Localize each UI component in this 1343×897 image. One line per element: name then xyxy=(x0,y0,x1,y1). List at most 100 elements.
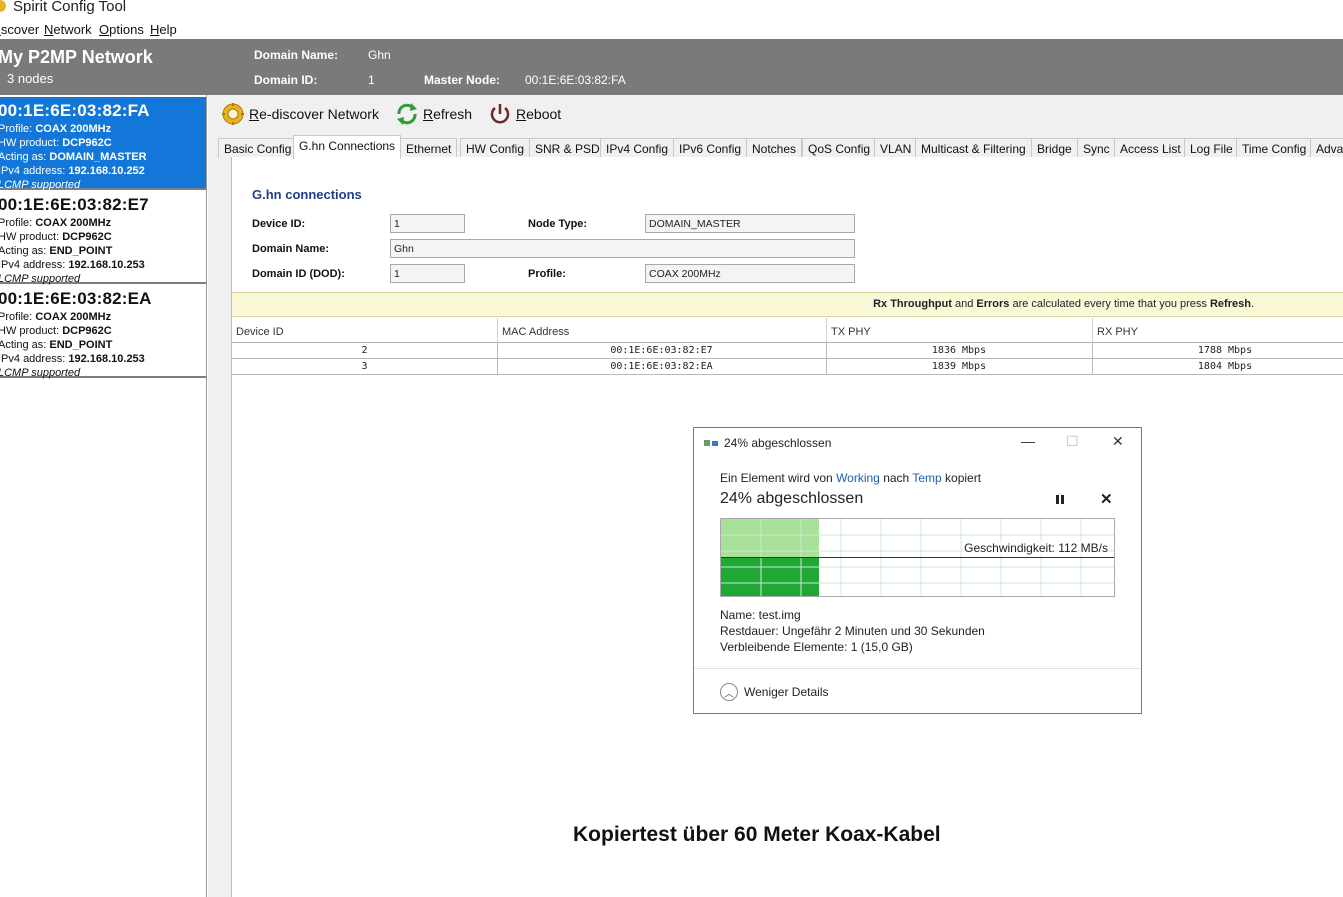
node-mac: 00:1E:6E:03:82:E7 xyxy=(0,195,149,214)
caption: Kopiertest über 60 Meter Koax-Kabel xyxy=(573,823,941,846)
items-remaining: Verbleibende Elemente: 1 (15,0 GB) xyxy=(720,640,913,654)
node-profile: Profile: COAX 200MHz xyxy=(0,311,112,323)
info-bar: Rx Throughput and Errors are calculated … xyxy=(232,292,1343,317)
reboot-button[interactable]: Reboot xyxy=(488,101,561,127)
section-title: G.hn connections xyxy=(252,187,362,202)
node-role: Acting as: DOMAIN_MASTER xyxy=(0,151,147,163)
profile-field[interactable]: COAX 200MHz xyxy=(645,264,855,283)
col-rx-phy[interactable]: RX PHY xyxy=(1097,326,1138,338)
node-item-fa[interactable]: 00:1E:6E:03:82:FA Profile: COAX 200MHz H… xyxy=(0,97,206,191)
node-ip: IPv4 address: 192.168.10.253 xyxy=(0,353,145,365)
tab-hw-config[interactable]: HW Config xyxy=(460,138,531,158)
source-folder-link[interactable]: Working xyxy=(836,471,880,485)
copy-progress-dialog: 24% abgeschlossen — ☐ ✕ Ein Element wird… xyxy=(693,427,1142,714)
node-profile: Profile: COAX 200MHz xyxy=(0,217,112,229)
node-ip: IPv4 address: 192.168.10.253 xyxy=(0,259,145,271)
tab-sync[interactable]: Sync xyxy=(1077,138,1116,158)
speed-label: Geschwindigkeit: 112 MB/s xyxy=(964,541,1108,555)
node-lcmp: LCMP supported xyxy=(0,367,81,379)
cancel-copy-icon[interactable]: ✕ xyxy=(1100,490,1113,508)
tab-log-file[interactable]: Log File xyxy=(1184,138,1239,158)
tab-ipv6-config[interactable]: IPv6 Config xyxy=(673,138,748,158)
node-hw: HW product: DCP962C xyxy=(0,137,112,149)
tab-access-list[interactable]: Access List xyxy=(1114,138,1187,158)
col-device-id[interactable]: Device ID xyxy=(236,326,284,338)
domain-name-value: Ghn xyxy=(368,48,391,62)
tab-snr-psd[interactable]: SNR & PSD xyxy=(529,138,606,158)
network-title: My P2MP Network xyxy=(0,47,153,67)
power-icon xyxy=(490,104,510,124)
rediscover-button[interactable]: Re-discover Network xyxy=(221,101,379,127)
profile-label: Profile: xyxy=(528,268,566,280)
copy-icon xyxy=(704,440,718,446)
time-remaining: Restdauer: Ungefähr 2 Minuten und 30 Sek… xyxy=(720,624,985,638)
pause-icon[interactable] xyxy=(1056,495,1064,504)
refresh-button[interactable]: Refresh xyxy=(395,101,472,127)
master-node-label: Master Node: xyxy=(424,73,501,87)
node-item-e7[interactable]: 00:1E:6E:03:82:E7 Profile: COAX 200MHz H… xyxy=(0,191,206,285)
device-id-label: Device ID: xyxy=(252,218,306,230)
maximize-button[interactable]: ☐ xyxy=(1066,433,1079,450)
progress-percent: 24% abgeschlossen xyxy=(720,490,864,507)
menu-options[interactable]: Options xyxy=(99,22,144,37)
domain-name-field[interactable]: Ghn xyxy=(390,239,855,258)
refresh-icon xyxy=(397,103,417,125)
node-hw: HW product: DCP962C xyxy=(0,231,112,243)
tab-vlan[interactable]: VLAN xyxy=(874,138,918,158)
node-role: Acting as: END_POINT xyxy=(0,339,113,351)
fewer-details-button[interactable]: ︿ Weniger Details xyxy=(720,683,828,701)
copy-description: Ein Element wird von Working nach Temp k… xyxy=(720,471,982,485)
table-row[interactable]: 3 00:1E:6E:03:82:EA 1839 Mbps 1804 Mbps xyxy=(232,359,1343,375)
device-id-field[interactable]: 1 xyxy=(390,214,465,233)
tab-multicast-filtering[interactable]: Multicast & Filtering xyxy=(915,138,1032,158)
domain-id-label: Domain ID: xyxy=(254,73,318,87)
node-lcmp: LCMP supported xyxy=(0,273,81,285)
tab-advanced[interactable]: Adva xyxy=(1310,138,1343,158)
master-node-value: 00:1E:6E:03:82:FA xyxy=(525,73,626,87)
col-mac-address[interactable]: MAC Address xyxy=(502,326,569,338)
tab-ethernet[interactable]: Ethernet xyxy=(400,138,458,158)
tab-basic-config[interactable]: Basic Config xyxy=(218,138,298,158)
graph-grid xyxy=(721,519,1114,596)
speed-line xyxy=(721,557,1114,558)
tab-notches[interactable]: Notches xyxy=(746,138,803,158)
node-mac: 00:1E:6E:03:82:EA xyxy=(0,289,152,308)
title-bar: Spirit Config Tool xyxy=(0,0,1343,18)
minimize-button[interactable]: — xyxy=(1021,433,1035,449)
close-button[interactable]: ✕ xyxy=(1112,433,1124,450)
tab-bar: Basic Config G.hn Connections Ethernet H… xyxy=(218,135,1343,159)
tab-ghn-connections[interactable]: G.hn Connections xyxy=(293,135,402,159)
node-profile: Profile: COAX 200MHz xyxy=(0,123,112,135)
node-mac: 00:1E:6E:03:82:FA xyxy=(0,101,150,120)
tab-time-config[interactable]: Time Config xyxy=(1236,138,1313,158)
menu-help[interactable]: Help xyxy=(150,22,177,37)
node-item-ea[interactable]: 00:1E:6E:03:82:EA Profile: COAX 200MHz H… xyxy=(0,285,206,379)
node-ip: IPv4 address: 192.168.10.252 xyxy=(0,165,145,177)
menu-discover[interactable]: iscover xyxy=(0,22,39,37)
col-tx-phy[interactable]: TX PHY xyxy=(831,326,871,338)
chevron-up-icon: ︿ xyxy=(720,683,738,701)
domain-id-label: Domain ID (DOD): xyxy=(252,268,345,280)
table-row[interactable]: 2 00:1E:6E:03:82:E7 1836 Mbps 1788 Mbps xyxy=(232,343,1343,359)
gear-icon xyxy=(222,103,244,125)
dialog-divider xyxy=(694,668,1141,669)
tab-qos-config[interactable]: QoS Config xyxy=(802,138,877,158)
node-list: 00:1E:6E:03:82:FA Profile: COAX 200MHz H… xyxy=(0,95,207,897)
domain-name-label: Domain Name: xyxy=(254,48,339,62)
node-type-label: Node Type: xyxy=(528,218,588,230)
domain-name-label: Domain Name: xyxy=(252,243,330,255)
menu-network[interactable]: Network xyxy=(44,22,92,37)
window-title: Spirit Config Tool xyxy=(13,0,127,15)
node-type-field[interactable]: DOMAIN_MASTER xyxy=(645,214,855,233)
progress-graph: Geschwindigkeit: 112 MB/s xyxy=(720,518,1115,597)
tab-bridge[interactable]: Bridge xyxy=(1031,138,1078,158)
domain-id-field[interactable]: 1 xyxy=(390,264,465,283)
tab-ipv4-config[interactable]: IPv4 Config xyxy=(600,138,675,158)
dialog-title: 24% abgeschlossen xyxy=(724,436,832,450)
file-name: Name: test.img xyxy=(720,608,801,622)
table-header: Device ID MAC Address TX PHY RX PHY xyxy=(232,318,1343,343)
node-lcmp: LCMP supported xyxy=(0,179,81,191)
menu-bar: iscover Network Options Help xyxy=(0,20,1343,38)
dest-folder-link[interactable]: Temp xyxy=(912,471,941,485)
node-role: Acting as: END_POINT xyxy=(0,245,113,257)
